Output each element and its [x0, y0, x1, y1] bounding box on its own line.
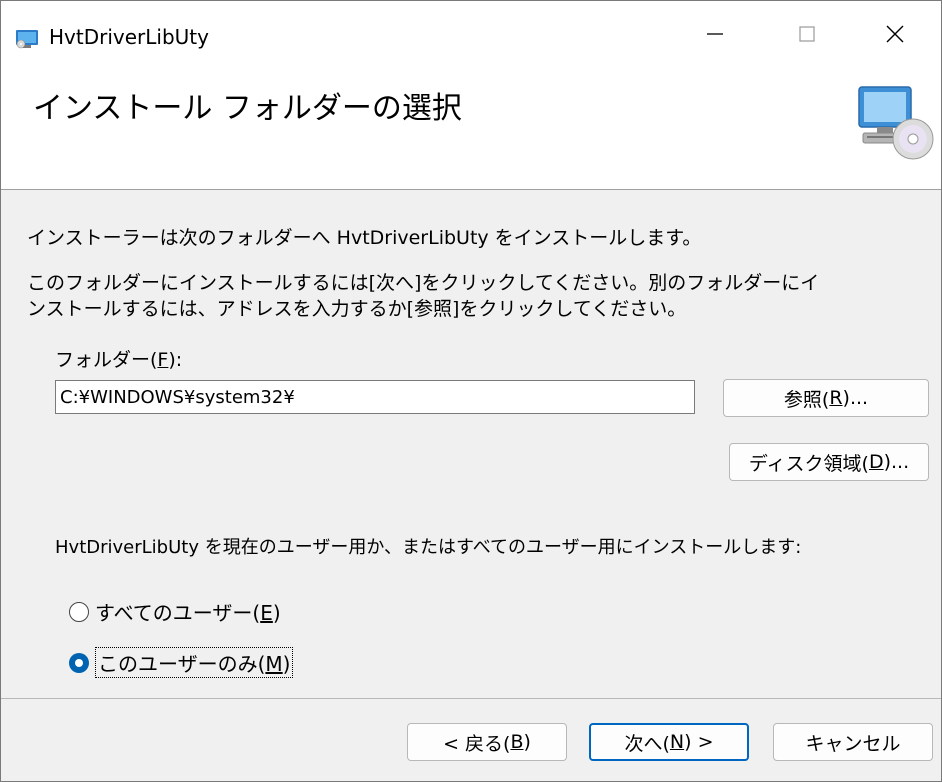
header-banner: インストール フォルダーの選択	[1, 67, 941, 190]
intro-text: インストーラーは次のフォルダーへ HvtDriverLibUty をインストール…	[27, 227, 702, 249]
maximize-button[interactable]	[761, 1, 853, 67]
installer-app-icon	[16, 30, 38, 49]
computer-cd-icon	[858, 86, 934, 160]
maximize-icon	[799, 26, 815, 42]
minimize-icon	[707, 33, 723, 35]
folder-path-input[interactable]	[55, 380, 695, 414]
close-button[interactable]	[849, 1, 941, 67]
close-icon	[886, 25, 904, 43]
cancel-button[interactable]: キャンセル	[773, 723, 933, 761]
installer-window: HvtDriverLibUty インストール フォルダーの選択 インストーラーは…	[0, 0, 942, 782]
footer-divider	[1, 698, 941, 699]
instruction-line-2: ンストールするには、アドレスを入力するか[参照]をクリックしてください。	[27, 298, 687, 320]
page-title: インストール フォルダーの選択	[33, 91, 462, 126]
radio-button-checked[interactable]	[69, 652, 89, 673]
minimize-button[interactable]	[669, 1, 761, 67]
browse-button[interactable]: 参照(R)...	[723, 379, 929, 417]
radio-button-unchecked[interactable]	[69, 601, 89, 622]
radio-all-users[interactable]: すべてのユーザー(E)	[69, 597, 281, 626]
back-button[interactable]: < 戻る(B)	[407, 723, 567, 761]
next-button[interactable]: 次へ(N) >	[589, 723, 749, 761]
main-content: インストーラーは次のフォルダーへ HvtDriverLibUty をインストール…	[1, 189, 941, 701]
title-bar[interactable]: HvtDriverLibUty	[1, 1, 941, 67]
radio-this-user-label: このユーザーのみ(M)	[95, 647, 294, 678]
instruction-line-1: このフォルダーにインストールするには[次へ]をクリックしてください。別のフォルダ…	[27, 272, 820, 294]
window-title: HvtDriverLibUty	[49, 25, 209, 49]
radio-this-user[interactable]: このユーザーのみ(M)	[69, 647, 294, 678]
folder-label: フォルダー(F):	[55, 349, 183, 371]
install-scope-text: HvtDriverLibUty を現在のユーザー用か、またはすべてのユーザー用に…	[55, 537, 802, 558]
disk-space-button[interactable]: ディスク領域(D)...	[729, 443, 929, 481]
radio-all-users-label: すべてのユーザー(E)	[95, 601, 281, 625]
